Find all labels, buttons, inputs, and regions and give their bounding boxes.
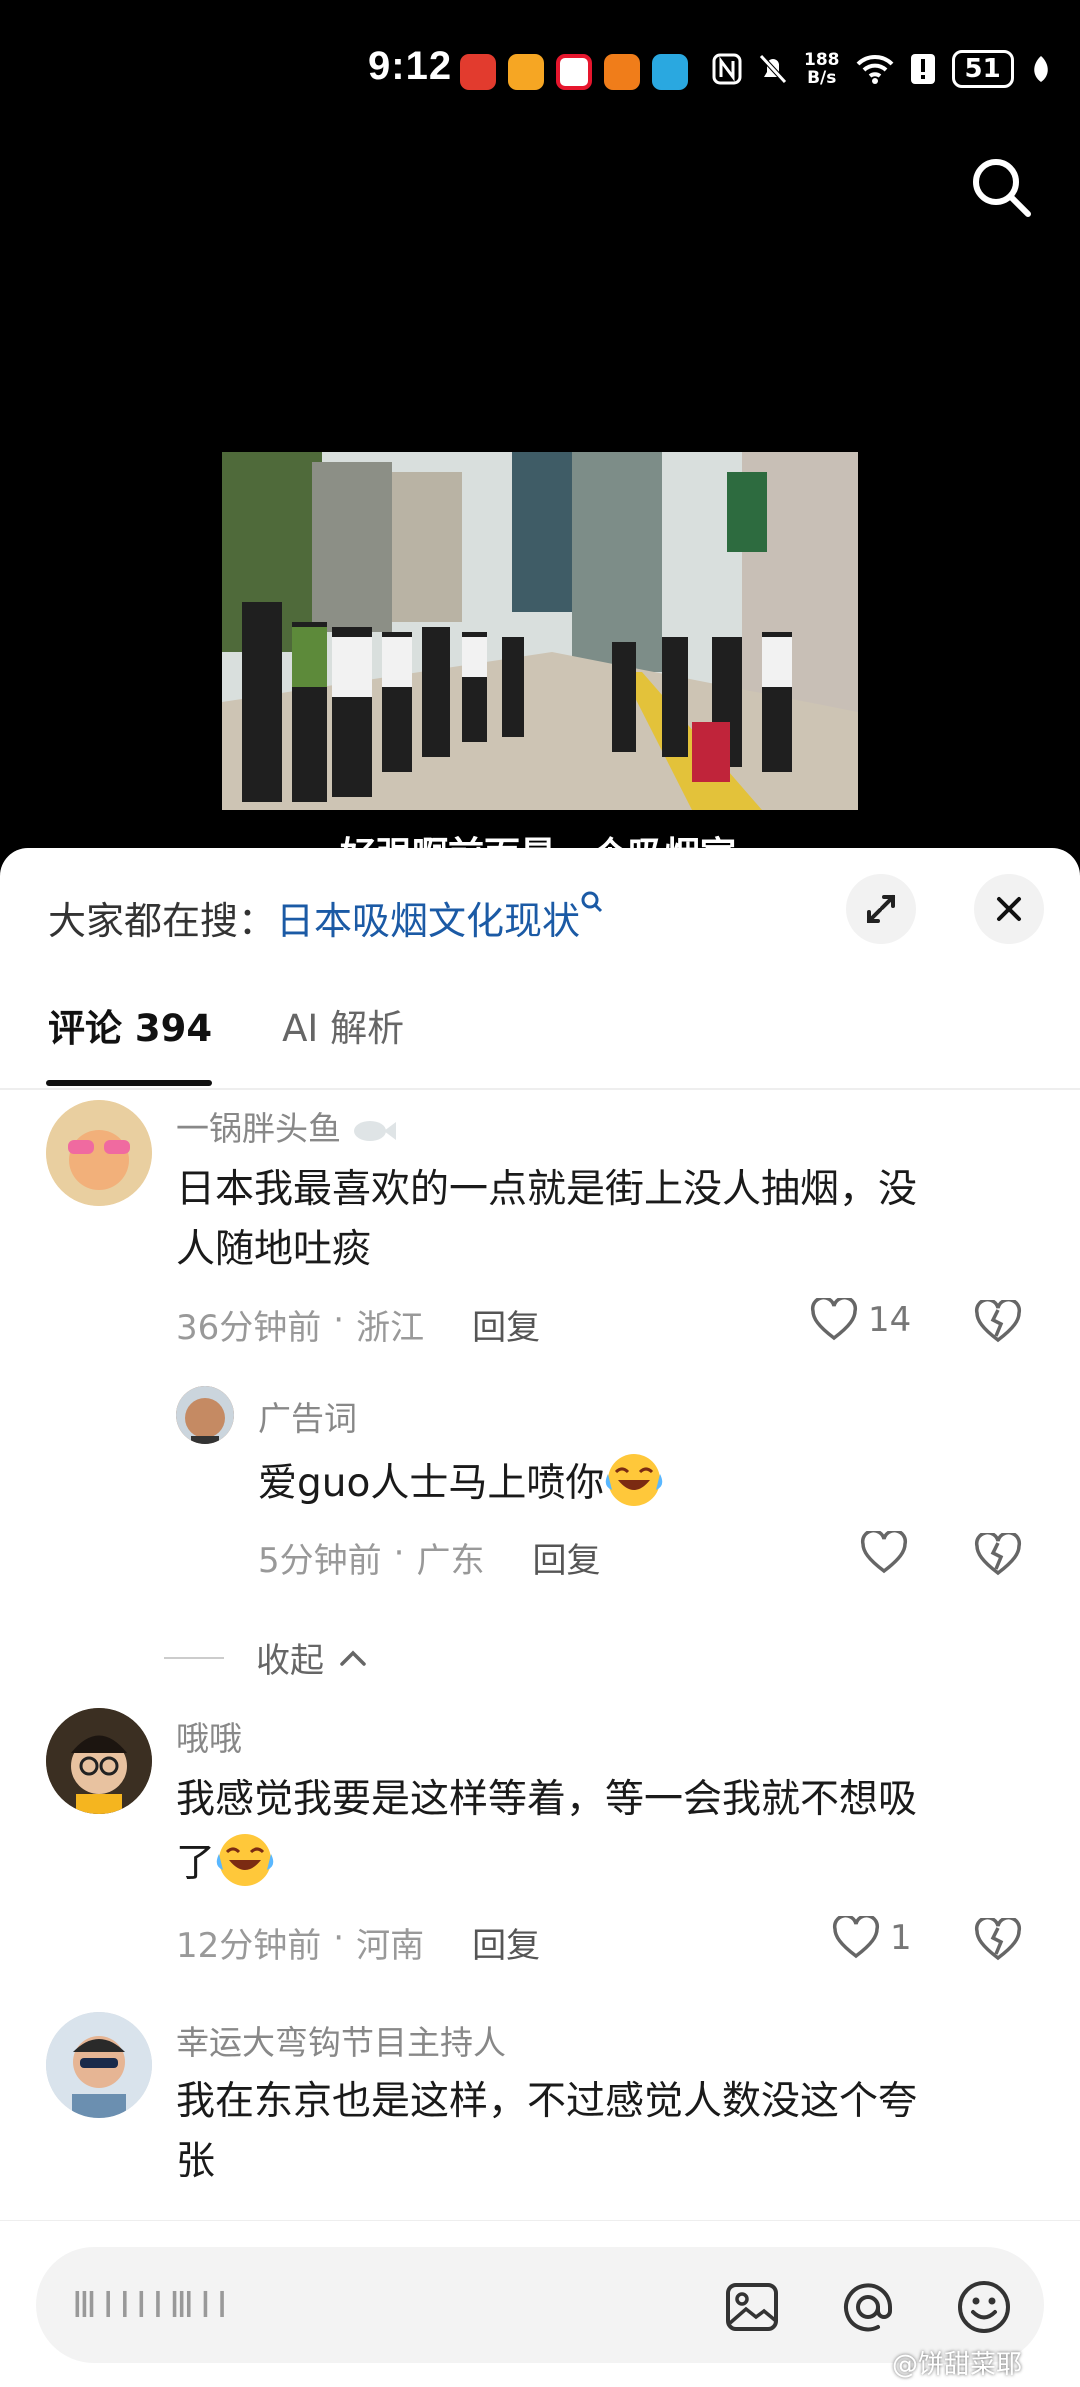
- net-speed-unit: B/s: [807, 68, 837, 88]
- heart-icon: [832, 1916, 880, 1959]
- video-frame-street-scene: [222, 452, 858, 810]
- heart-icon: [810, 1298, 858, 1341]
- collapse-replies[interactable]: 收起: [164, 1633, 368, 1682]
- avatar-image: [46, 2012, 152, 2118]
- avatar-image: [176, 1386, 234, 1444]
- chevron-up-icon: [340, 1650, 366, 1666]
- search-small-icon: [581, 891, 603, 913]
- comment-text: 日本我最喜欢的一点就是街上没人抽烟，没 人随地吐痰: [176, 1160, 1056, 1280]
- comment-tabs: 评论 394 AI 解析: [48, 998, 404, 1052]
- trending-search-prefix: 大家都在搜：: [48, 899, 277, 943]
- notification-app-icons: [460, 54, 688, 90]
- trending-search-row[interactable]: 大家都在搜：日本吸烟文化现状: [48, 890, 606, 945]
- broken-heart-icon[interactable]: [974, 1533, 1022, 1577]
- comment-meta: 12分钟前 · 河南 回复: [176, 1918, 540, 1967]
- like-button[interactable]: [860, 1531, 918, 1575]
- tab-comments[interactable]: 评论 394: [48, 998, 212, 1052]
- reply-button[interactable]: 回复: [472, 1918, 540, 1967]
- comment-text-line: 爱guo人士马上喷你: [258, 1461, 605, 1506]
- comment-location: 浙江: [356, 1308, 425, 1348]
- tab-divider: [0, 1088, 1080, 1090]
- like-count: 14: [868, 1300, 912, 1340]
- net-speed-value: 188: [804, 50, 840, 70]
- comment-text-line-end: 了: [176, 1841, 216, 1886]
- mention-icon[interactable]: [838, 2277, 898, 2337]
- emoji-icon[interactable]: [954, 2277, 1014, 2337]
- comment-text-line: 张: [176, 2139, 216, 2184]
- comment-text-line: 我在东京也是这样，不过感觉人数没这个夸: [176, 2079, 918, 2124]
- comment-input-placeholder: ⅢⅠⅠⅠⅠⅢⅠⅠ: [72, 2285, 234, 2326]
- status-bar: 9:12 188 B/s 51: [0, 0, 1080, 150]
- comment-text: 爱guo人士马上喷你: [258, 1450, 1080, 1514]
- weibo-alt-app-icon: [556, 54, 592, 90]
- avatar[interactable]: [46, 1100, 152, 1206]
- meta-separator: ·: [333, 1300, 345, 1340]
- comment-text: 我在东京也是这样，不过感觉人数没这个夸 张: [176, 2072, 1056, 2192]
- mute-icon: [759, 54, 787, 84]
- fish-badge-icon: [353, 1120, 396, 1141]
- comment-time: 12分钟前: [176, 1926, 322, 1966]
- wifi-icon: [856, 54, 893, 84]
- leaf-icon: [1033, 56, 1048, 82]
- comment-username[interactable]: 一锅胖头鱼: [176, 1102, 396, 1150]
- nfc-icon: [712, 53, 742, 85]
- avatar-image: [46, 1100, 152, 1206]
- avatar[interactable]: [46, 2012, 152, 2118]
- avatar[interactable]: [46, 1708, 152, 1814]
- heart-icon: [860, 1531, 908, 1574]
- comment-username-text: 一锅胖头鱼: [176, 1109, 341, 1148]
- meta-separator: ·: [393, 1533, 405, 1573]
- meta-separator: ·: [333, 1918, 345, 1958]
- search-icon[interactable]: [966, 152, 1036, 222]
- crying-laughing-emoji-icon: [216, 1834, 274, 1886]
- avatar-image: [46, 1708, 152, 1814]
- comment-text-line: 了: [176, 1830, 1056, 1894]
- crying-laughing-emoji-icon: [606, 1454, 663, 1506]
- collapse-label: 收起: [256, 1641, 324, 1681]
- comment-meta: 5分钟前 · 广东 回复: [258, 1533, 600, 1582]
- watermark: @饼甜菜耶: [892, 2350, 1023, 2380]
- comment-text-line: 人随地吐痰: [176, 1227, 372, 1272]
- broken-heart-icon[interactable]: [974, 1300, 1022, 1344]
- comment-location: 广东: [416, 1541, 485, 1581]
- network-speed: 188 B/s: [804, 51, 840, 87]
- trending-search-term[interactable]: 日本吸烟文化现状: [276, 899, 580, 943]
- tab-active-indicator: [46, 1080, 212, 1086]
- expand-button[interactable]: [846, 874, 916, 944]
- comment-text-line: 我感觉我要是这样等着，等一会我就不想吸: [176, 1777, 918, 1822]
- reply-button[interactable]: 回复: [532, 1533, 600, 1582]
- like-button[interactable]: 1: [832, 1916, 912, 1960]
- weibo-app-icon: [508, 54, 544, 90]
- tab-ai-analysis[interactable]: AI 解析: [282, 998, 404, 1052]
- browser-app-icon: [652, 54, 688, 90]
- like-button[interactable]: 14: [810, 1298, 911, 1342]
- comment-time: 36分钟前: [176, 1308, 322, 1348]
- comments-sheet: 大家都在搜：日本吸烟文化现状 评论 394 AI 解析 一锅胖头鱼 日本我最喜欢…: [0, 848, 1080, 2387]
- video-app-icon: [604, 54, 640, 90]
- comment-username[interactable]: 哦哦: [176, 1712, 242, 1760]
- comment-text: 我感觉我要是这样等着，等一会我就不想吸 了: [176, 1770, 1056, 1894]
- news-app-icon: [460, 54, 496, 90]
- battery-indicator: 51: [951, 50, 1014, 88]
- status-time: 9:12: [368, 44, 453, 88]
- close-button[interactable]: [974, 874, 1044, 944]
- like-count: 1: [890, 1918, 912, 1958]
- comment-username[interactable]: 幸运大弯钩节目主持人: [176, 2016, 506, 2064]
- image-picker-icon[interactable]: [722, 2277, 782, 2337]
- comment-time: 5分钟前: [258, 1541, 382, 1581]
- video-player[interactable]: [222, 452, 858, 810]
- avatar[interactable]: [176, 1386, 234, 1444]
- comment-meta: 36分钟前 · 浙江 回复: [176, 1300, 540, 1349]
- comment-location: 河南: [356, 1926, 425, 1966]
- broken-heart-icon[interactable]: [974, 1918, 1022, 1962]
- close-icon: [997, 897, 1021, 921]
- system-icons: 188 B/s 51: [712, 50, 1052, 88]
- reply-button[interactable]: 回复: [472, 1300, 540, 1349]
- collapse-line: [164, 1656, 224, 1659]
- comment-username[interactable]: 广告词: [258, 1392, 357, 1440]
- alert-icon: [910, 54, 935, 84]
- expand-icon: [867, 895, 895, 923]
- comment-text-line: 日本我最喜欢的一点就是街上没人抽烟，没: [176, 1167, 918, 1212]
